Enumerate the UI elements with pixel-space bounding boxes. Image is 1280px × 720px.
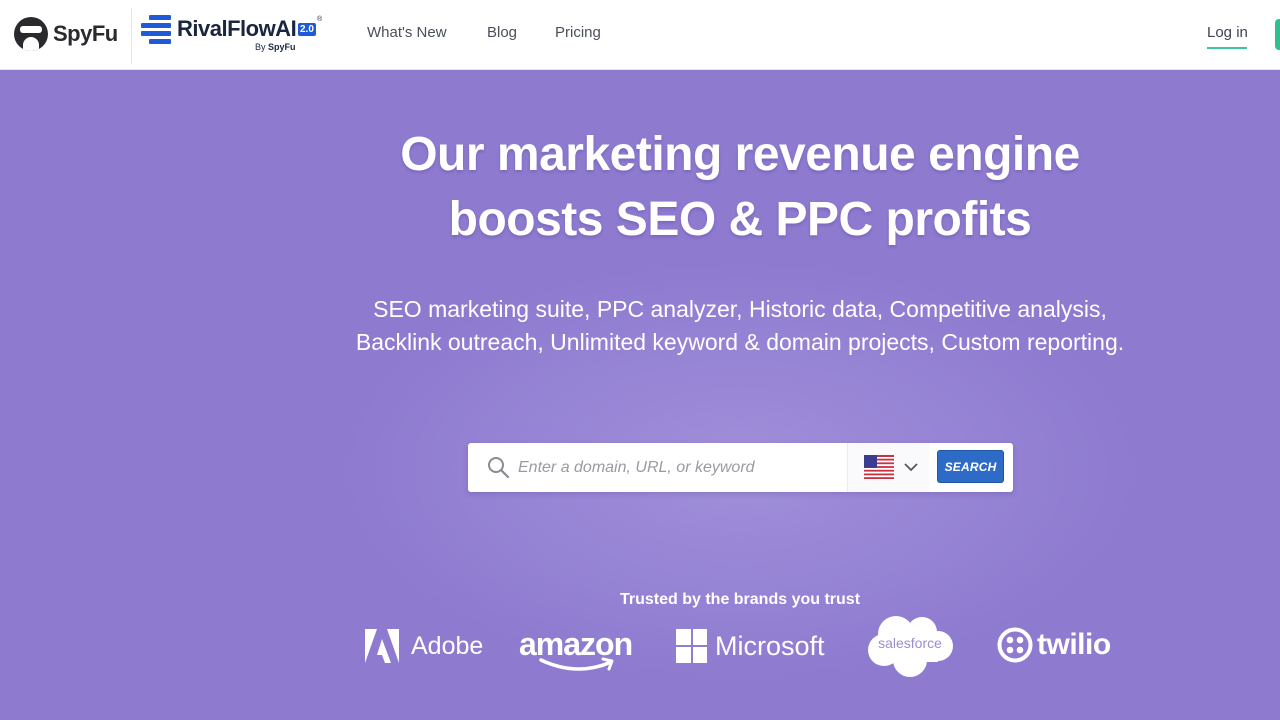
brand-salesforce-label: salesforce xyxy=(878,635,942,651)
rivalflow-logo[interactable]: RivalFlowAI 2.0 ® By SpyFu xyxy=(141,12,326,56)
login-underline xyxy=(1207,47,1247,49)
twilio-logo-icon xyxy=(997,627,1033,663)
search-bar: SEARCH xyxy=(468,443,1013,492)
brand-adobe-label: Adobe xyxy=(411,631,484,660)
chevron-down-icon xyxy=(904,463,918,472)
header-divider xyxy=(131,8,132,64)
hero-title-line2: boosts SEO & PPC profits xyxy=(448,193,1032,246)
search-input[interactable] xyxy=(518,449,843,486)
brand-amazon: amazon xyxy=(519,626,634,676)
us-flag-icon xyxy=(864,455,894,479)
adobe-logo-icon xyxy=(365,629,399,663)
spyfu-logo-icon xyxy=(14,17,48,51)
rivalflow-version-badge: 2.0 xyxy=(298,23,316,36)
rivalflow-logo-icon xyxy=(141,15,171,44)
brand-adobe: Adobe xyxy=(365,628,483,664)
rivalflow-byline: By SpyFu xyxy=(255,42,296,52)
brand-microsoft-label: Microsoft xyxy=(715,630,825,661)
country-select[interactable] xyxy=(847,443,929,492)
hero-title: Our marketing revenue engine boosts SEO … xyxy=(340,122,1140,252)
spyfu-logo-text: SpyFu xyxy=(53,21,118,46)
nav-whats-new[interactable]: What's New xyxy=(367,24,447,41)
brand-twilio-label: twilio xyxy=(1037,628,1111,661)
hero-subtitle: SEO marketing suite, PPC analyzer, Histo… xyxy=(355,296,1125,355)
signup-button-edge[interactable] xyxy=(1275,19,1280,50)
brand-salesforce: salesforce xyxy=(866,614,954,678)
byline-by: By xyxy=(255,42,266,52)
hero-title-line1: Our marketing revenue engine xyxy=(400,128,1080,181)
spyfu-logo[interactable]: SpyFu xyxy=(14,14,118,54)
brand-microsoft: Microsoft xyxy=(676,628,825,664)
search-button[interactable]: SEARCH xyxy=(937,450,1004,483)
amazon-smile-icon xyxy=(539,657,614,671)
byline-brand: SpyFu xyxy=(268,42,296,52)
microsoft-logo-icon xyxy=(676,629,707,663)
brand-twilio: twilio xyxy=(997,625,1111,665)
registered-mark: ® xyxy=(317,16,323,23)
rivalflow-name: RivalFlowAI xyxy=(177,16,297,41)
site-header: SpyFu RivalFlowAI 2.0 ® By SpyFu What's … xyxy=(0,0,1280,70)
search-icon xyxy=(488,457,510,479)
nav-pricing[interactable]: Pricing xyxy=(555,24,601,41)
trusted-heading: Trusted by the brands you trust xyxy=(619,591,861,608)
login-link[interactable]: Log in xyxy=(1207,24,1248,41)
nav-blog[interactable]: Blog xyxy=(487,24,517,41)
